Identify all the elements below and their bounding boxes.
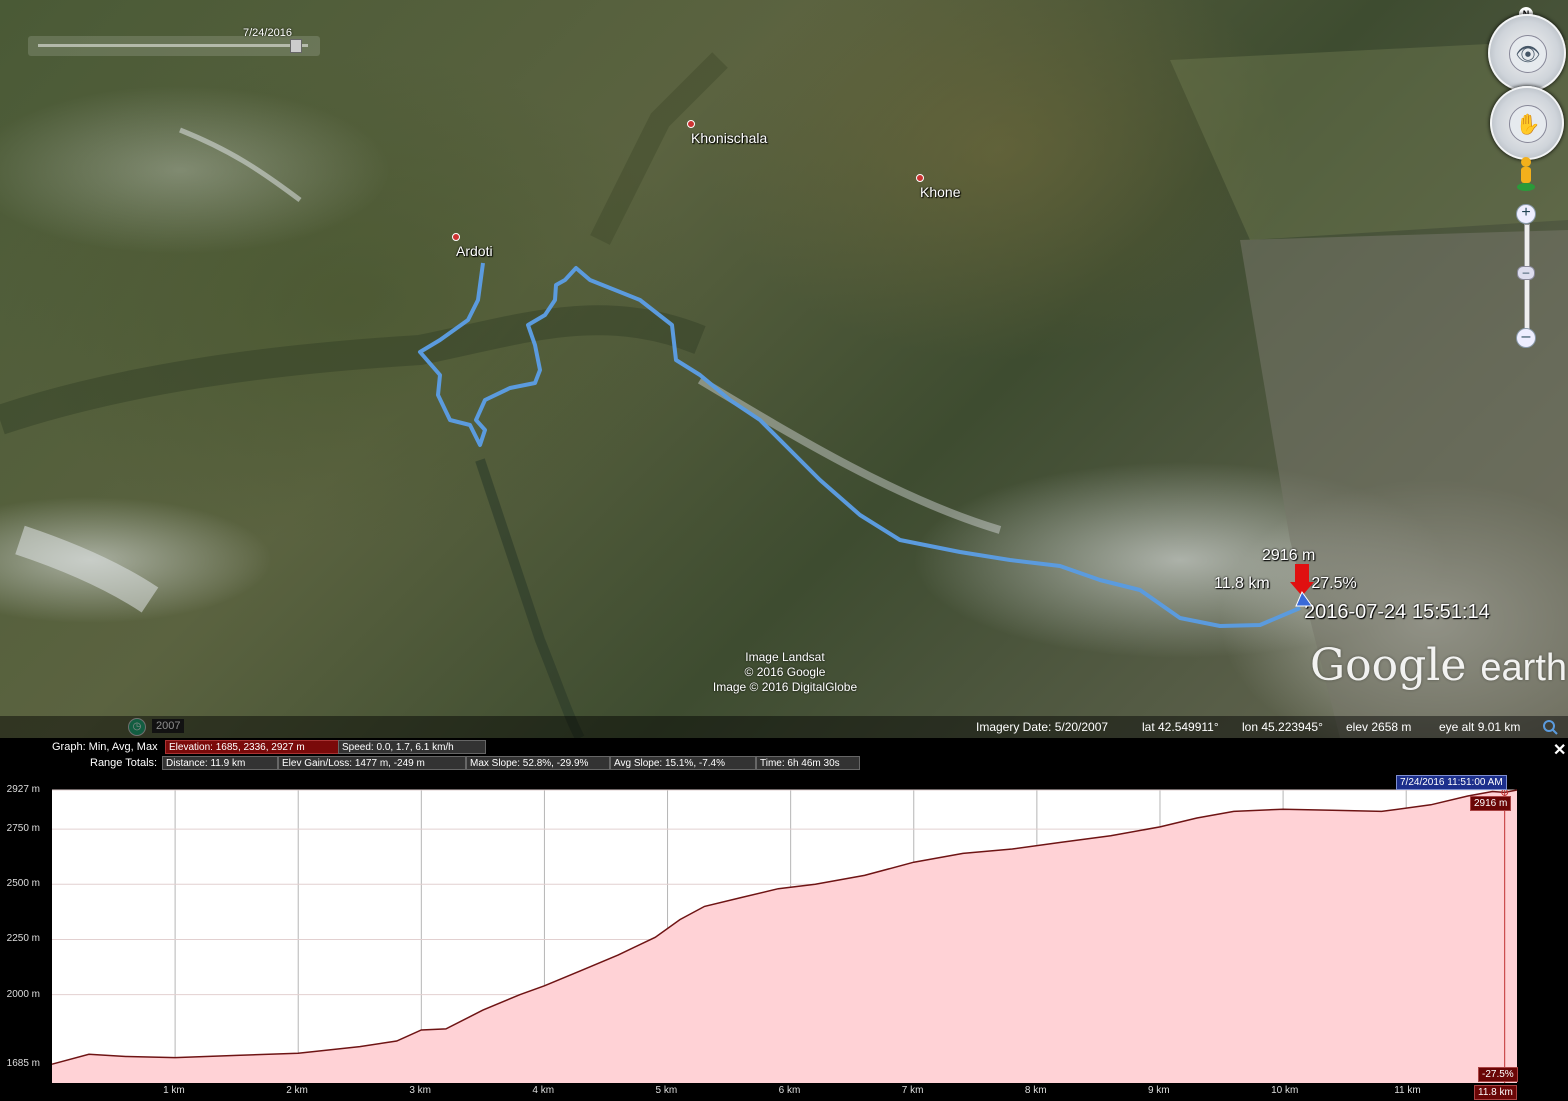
x-tick-label: 1 km	[163, 1085, 185, 1096]
time-slider-track	[38, 44, 308, 47]
place-marker-icon	[452, 233, 460, 241]
latitude: lat 42.549911°	[1142, 720, 1219, 734]
credit-line: Image © 2016 DigitalGlobe	[712, 680, 858, 694]
cursor-elevation-tag: 2916 m	[1470, 796, 1512, 811]
x-tick-label: 3 km	[409, 1085, 431, 1096]
x-tick-label: 9 km	[1147, 1085, 1170, 1096]
zoom-out-button[interactable]: –	[1516, 328, 1536, 348]
x-tick-label: 4 km	[532, 1085, 555, 1096]
y-tick-label: 2000 m	[6, 988, 40, 1000]
status-bar: Imagery Date: 5/20/2007 lat 42.549911° l…	[0, 716, 1568, 738]
zoom-in-button[interactable]: +	[1516, 204, 1536, 224]
eye-icon: 👁	[1509, 35, 1547, 73]
cursor-time-tag: 7/24/2016 11:51:00 AM	[1396, 775, 1507, 790]
logo-earth: earth	[1480, 647, 1568, 689]
status-indicator-icon	[1543, 720, 1558, 735]
elevation-chart[interactable]	[0, 738, 1568, 1101]
x-tick-label: 8 km	[1024, 1085, 1047, 1096]
place-label: Khonischala	[691, 130, 768, 146]
eye-altitude: eye alt 9.01 km	[1439, 720, 1521, 734]
credit-line: © 2016 Google	[744, 665, 826, 679]
zoom-slider-thumb[interactable]: –	[1517, 266, 1535, 280]
elevation-profile-panel[interactable]: Graph: Min, Avg, Max Elevation: 1685, 23…	[0, 738, 1568, 1101]
time-slider-date: 7/24/2016	[243, 27, 292, 39]
y-tick-label: 1685 m	[6, 1058, 40, 1070]
x-tick-label: 6 km	[778, 1085, 801, 1096]
cursor-distance: 11.8 km	[1214, 575, 1270, 592]
hand-icon: ✋	[1509, 105, 1547, 143]
x-tick-label: 2 km	[286, 1085, 308, 1096]
place-label: Khone	[920, 184, 961, 200]
credit-line: Image Landsat	[745, 650, 825, 664]
logo-google: Google	[1310, 640, 1467, 691]
place-khonischala[interactable]: Khonischala	[687, 120, 768, 146]
imagery-date: Imagery Date: 5/20/2007	[976, 720, 1109, 734]
google-earth-logo: Google earth	[1310, 640, 1567, 691]
position-marker-icon	[1290, 564, 1314, 607]
imagery-credits: Image Landsat © 2016 Google Image © 2016…	[700, 650, 870, 695]
place-marker-icon	[687, 120, 695, 128]
cursor-distance-tag: 11.8 km	[1474, 1085, 1517, 1100]
cursor-timestamp: 2016-07-24 15:51:14	[1304, 601, 1490, 623]
map-view[interactable]: Ardoti Khonischala Khone 7/24/2016 2916 …	[0, 0, 1568, 738]
place-ardoti[interactable]: Ardoti	[452, 233, 493, 259]
y-tick-label: 2750 m	[6, 823, 40, 835]
look-control[interactable]: 👁	[1488, 14, 1566, 92]
x-tick-label: 5 km	[655, 1085, 678, 1096]
longitude: lon 45.223945°	[1242, 720, 1323, 734]
y-tick-label: 2927 m	[6, 784, 40, 795]
x-tick-label: 10 km	[1271, 1085, 1299, 1096]
time-slider[interactable]: 7/24/2016	[28, 27, 320, 56]
move-control[interactable]: ✋	[1490, 86, 1564, 160]
place-label: Ardoti	[456, 243, 493, 259]
elevation-readout: elev 2658 m	[1346, 720, 1412, 734]
cursor-elevation: 2916 m	[1262, 547, 1316, 564]
place-khone[interactable]: Khone	[916, 174, 961, 200]
place-marker-icon	[916, 174, 924, 182]
zoom-control[interactable]: + – –	[1516, 204, 1536, 350]
y-tick-label: 2250 m	[6, 933, 40, 945]
y-tick-label: 2500 m	[6, 878, 40, 890]
time-slider-thumb[interactable]	[290, 39, 302, 53]
street-view-pegman-icon[interactable]	[1516, 156, 1536, 192]
cursor-slope-tag: -27.5%	[1478, 1067, 1518, 1082]
gps-track[interactable]	[0, 0, 1568, 738]
x-tick-label: 11 km	[1394, 1085, 1421, 1096]
x-tick-label: 7 km	[901, 1085, 924, 1096]
